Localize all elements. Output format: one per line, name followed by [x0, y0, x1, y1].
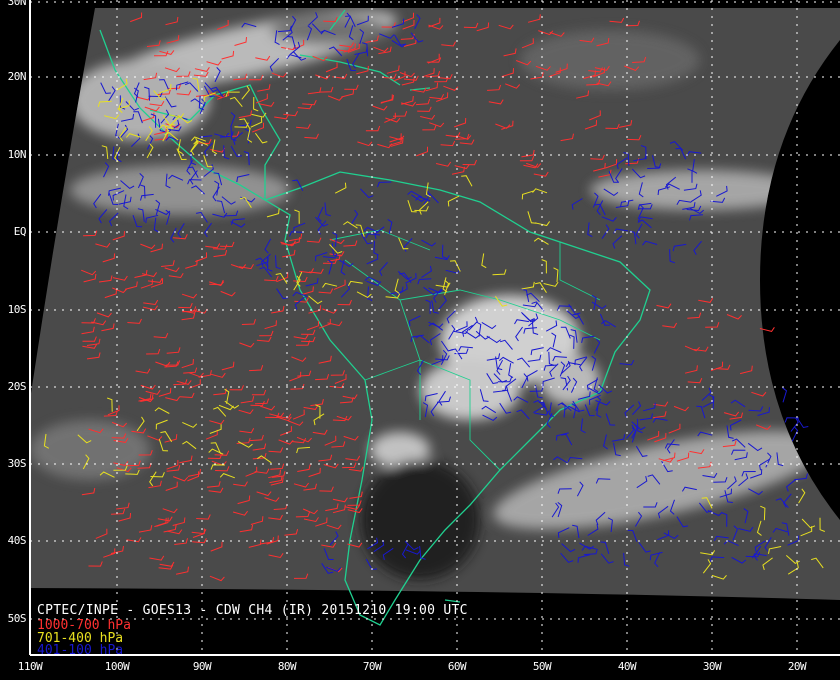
lat-label: 20N — [7, 70, 27, 83]
lat-label: 30N — [7, 0, 27, 8]
lat-label: 50S — [7, 612, 27, 625]
lat-label: 40S — [7, 534, 27, 547]
lon-label: 90W — [192, 660, 212, 673]
lat-label: 30S — [7, 457, 27, 470]
lat-label: 10N — [7, 148, 27, 161]
lon-label: 80W — [277, 660, 297, 673]
lon-label: 30W — [702, 660, 722, 673]
legend-high-level: 401-100 hPa — [37, 643, 124, 658]
satellite-map — [0, 0, 840, 680]
lat-label: EQ — [13, 225, 27, 238]
lat-label: 10S — [7, 303, 27, 316]
lon-label: 60W — [447, 660, 467, 673]
lon-label: 50W — [532, 660, 552, 673]
lat-label: 20S — [7, 380, 27, 393]
lon-label: 40W — [617, 660, 637, 673]
lon-label: 100W — [104, 660, 130, 673]
product-title: CPTEC/INPE - GOES13 - CDW CH4 (IR) 20151… — [37, 603, 468, 618]
lon-label: 70W — [362, 660, 382, 673]
lon-label: 20W — [787, 660, 807, 673]
lon-label: 110W — [17, 660, 43, 673]
